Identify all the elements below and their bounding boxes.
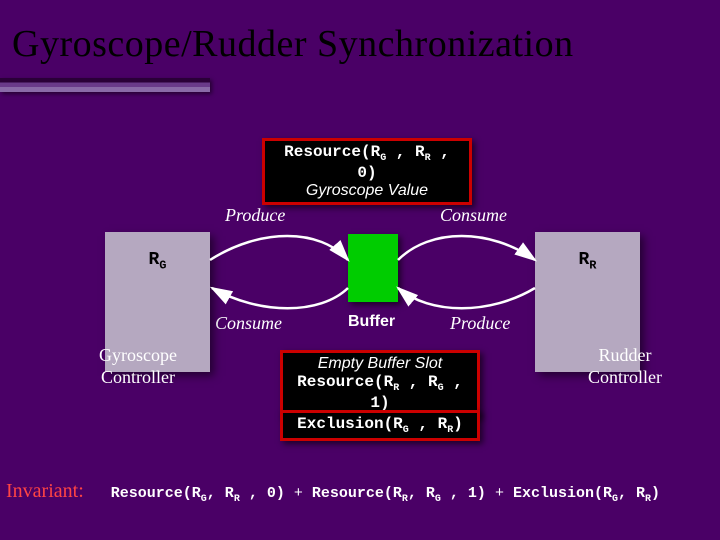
consume-top-label: Consume bbox=[440, 205, 507, 226]
sub: G bbox=[159, 259, 166, 273]
exclusion-box: Exclusion(RG , RR) bbox=[280, 410, 480, 441]
txt: ) bbox=[453, 415, 463, 433]
resource-box-mid: Empty Buffer Slot Resource(RR , RG , 1) bbox=[280, 350, 480, 417]
invariant-expr: Resource(RG, RR , 0) + Resource(RR, RG ,… bbox=[111, 485, 660, 502]
exclusion-line: Exclusion(RG , RR) bbox=[289, 415, 471, 436]
page-title: Gyroscope/Rudder Synchronization bbox=[12, 22, 574, 66]
resource-top-line1: Resource(RG , RR , 0) bbox=[271, 143, 463, 182]
invariant-label: Invariant: bbox=[6, 480, 84, 502]
resource-box-top: Resource(RG , RR , 0) Gyroscope Value bbox=[262, 138, 472, 205]
txt: , R bbox=[409, 415, 447, 433]
diagram: Resource(RG , RR , 0) Gyroscope Value Pr… bbox=[0, 110, 720, 450]
resource-mid-subtitle: Empty Buffer Slot bbox=[289, 355, 471, 373]
txt: Exclusion(R bbox=[297, 415, 403, 433]
buffer-block bbox=[348, 234, 398, 302]
gyroscope-caption: Gyroscope Controller bbox=[78, 345, 198, 388]
resource-top-subtitle: Gyroscope Value bbox=[271, 182, 463, 200]
txt: Resource(R bbox=[284, 143, 380, 161]
txt: Resource(R bbox=[297, 373, 393, 391]
resource-mid-line1: Resource(RR , RG , 1) bbox=[289, 373, 471, 412]
sym: R bbox=[578, 250, 589, 270]
produce-top-label: Produce bbox=[225, 205, 285, 226]
sym: R bbox=[148, 250, 159, 270]
consume-bottom-label: Consume bbox=[215, 313, 282, 334]
txt: , R bbox=[399, 373, 437, 391]
txt: , R bbox=[386, 143, 424, 161]
title-underline bbox=[0, 78, 210, 92]
invariant-line: Invariant: Resource(RG, RR , 0) + Resour… bbox=[0, 480, 720, 505]
produce-bottom-label: Produce bbox=[450, 313, 510, 334]
buffer-label: Buffer bbox=[348, 313, 395, 331]
rudder-caption: Rudder Controller bbox=[565, 345, 685, 388]
rr-symbol: RR bbox=[535, 250, 640, 273]
rg-symbol: RG bbox=[105, 250, 210, 273]
sub: R bbox=[589, 259, 596, 273]
